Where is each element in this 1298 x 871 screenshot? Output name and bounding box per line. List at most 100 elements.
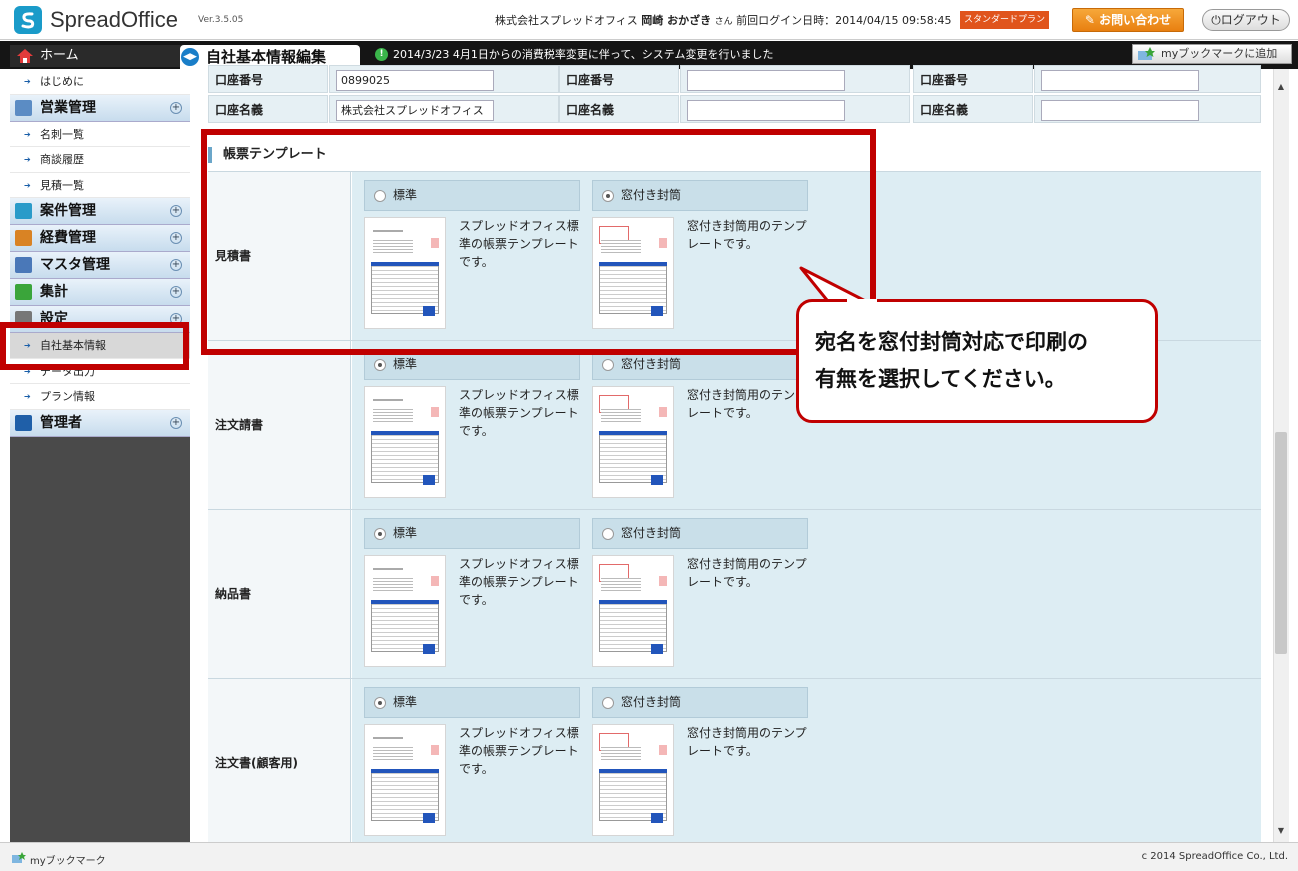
user-name: 岡崎 おかざき [641, 14, 712, 27]
app-logo-text: SpreadOffice [50, 7, 179, 32]
callout-line-1: 宛名を窓付封筒対応で印刷の [815, 330, 1088, 354]
account-field-input[interactable] [687, 70, 845, 91]
contact-button[interactable]: ✎ お問い合わせ [1072, 8, 1184, 32]
copyright: c 2014 SpreadOffice Co., Ltd. [1141, 851, 1288, 862]
template-row: 注文書(顧客用) 標準 スプレッドオフィス標準の帳票テンプレートです。 窓付き封筒 窓付… [208, 678, 1261, 848]
footer-bookmark-link[interactable]: myブックマーク [12, 852, 106, 867]
window-template-preview [592, 386, 674, 498]
sidebar-section-1[interactable]: 営業管理 + [10, 94, 190, 122]
option-description: 窓付き封筒用のテンプレートです。 [687, 557, 807, 589]
bookmark-add-label: myブックマークに追加 [1161, 47, 1278, 60]
plan-badge: スタンダードプラン [960, 11, 1050, 29]
expand-plus-icon[interactable]: + [170, 259, 182, 271]
standard-option[interactable]: 標準 [364, 687, 580, 718]
power-icon: ⏻ [1211, 13, 1221, 27]
template-options: 標準 スプレッドオフィス標準の帳票テンプレートです。 窓付き封筒 窓付き封筒用のテンプ… [352, 510, 1261, 679]
account-field-label: 口座名義 [913, 95, 1033, 123]
app-header: SpreadOffice Ver.3.5.05 株式会社スプレッドオフィス 岡崎… [0, 0, 1298, 40]
expand-plus-icon[interactable]: + [170, 205, 182, 217]
sidebar-section-label: マスタ管理 [40, 257, 110, 273]
home-label: ホーム [40, 48, 79, 63]
option-label: 標準 [393, 695, 418, 709]
sidebar-item-2[interactable]: 名刺一覧 [10, 121, 190, 147]
account-field-label: 口座番号 [559, 65, 679, 93]
sales-icon [15, 99, 32, 116]
template-row-label: 納品書 [208, 510, 351, 679]
expand-plus-icon[interactable]: + [170, 416, 182, 429]
project-icon [15, 203, 32, 219]
standard-template-preview [364, 386, 446, 498]
sidebar-section-13[interactable]: 管理者 + [10, 409, 190, 437]
window-radio[interactable] [602, 697, 614, 709]
standard-radio[interactable] [374, 528, 386, 540]
account-field-input[interactable] [1041, 100, 1199, 121]
callout-seam [847, 299, 877, 303]
sidebar-item-12[interactable]: プラン情報 [10, 384, 190, 410]
callout-line-2: 有無を選択してください。 [815, 367, 1066, 391]
standard-template-preview [364, 555, 446, 667]
sidebar-section-6[interactable]: 経費管理 + [10, 225, 190, 252]
summary-icon [15, 284, 32, 300]
option-description: 窓付き封筒用のテンプレートです。 [687, 388, 807, 420]
window-radio[interactable] [602, 359, 614, 371]
expand-plus-icon[interactable]: + [170, 101, 182, 114]
account-field-cell [1034, 95, 1261, 123]
account-field-cell [680, 95, 910, 123]
admin-icon [15, 414, 32, 431]
sidebar-item-label: 名刺一覧 [40, 127, 84, 141]
scroll-up-arrow-icon[interactable]: ▲ [1275, 82, 1287, 92]
sidebar-highlight-frame [0, 322, 189, 370]
expand-plus-icon[interactable]: + [170, 286, 182, 298]
sidebar-section-7[interactable]: マスタ管理 + [10, 252, 190, 279]
standard-radio[interactable] [374, 697, 386, 709]
account-field-input[interactable] [1041, 70, 1199, 91]
sidebar-item-label: 商談履歴 [40, 153, 84, 166]
window-radio[interactable] [602, 528, 614, 540]
standard-option[interactable]: 標準 [364, 518, 580, 549]
sidebar-item-3[interactable]: 商談履歴 [10, 147, 190, 173]
account-field-label: 口座番号 [913, 65, 1033, 93]
option-description: スプレッドオフィス標準の帳票テンプレートです。 [459, 388, 579, 438]
account-field-input[interactable] [687, 100, 845, 121]
add-bookmark-button[interactable]: myブックマークに追加 [1132, 44, 1292, 64]
sidebar-section-label: 管理者 [40, 414, 82, 431]
standard-radio[interactable] [374, 359, 386, 371]
expand-plus-icon[interactable]: + [170, 232, 182, 244]
footer: myブックマーク c 2014 SpreadOffice Co., Ltd. [0, 842, 1298, 871]
account-field-label: 口座名義 [208, 95, 328, 123]
logout-button[interactable]: ⏻ログアウト [1202, 9, 1290, 31]
home-icon [17, 49, 33, 63]
window-option[interactable]: 窓付き封筒 [592, 687, 808, 718]
sidebar-toggle-icon[interactable]: ◀▶ [181, 48, 199, 66]
app-version: Ver.3.5.05 [198, 15, 244, 25]
home-tab[interactable]: ホーム [10, 45, 190, 67]
scroll-down-arrow-icon[interactable]: ▼ [1275, 826, 1287, 836]
sidebar-section-label: 集計 [40, 284, 68, 300]
account-field-cell: 0899025 [329, 65, 559, 93]
sidebar-item-0[interactable]: はじめに [10, 69, 190, 95]
template-row: 納品書 標準 スプレッドオフィス標準の帳票テンプレートです。 窓付き封筒 窓付き封筒用の… [208, 509, 1261, 679]
sidebar-section-label: 案件管理 [40, 203, 96, 219]
window-option[interactable]: 窓付き封筒 [592, 518, 808, 549]
template-row-label: 注文請書 [208, 341, 351, 510]
spreadoffice-logo-icon [14, 6, 42, 34]
sidebar-section-5[interactable]: 案件管理 + [10, 198, 190, 225]
sidebar-item-4[interactable]: 見積一覧 [10, 172, 190, 198]
user-honorific: さん [714, 17, 733, 27]
account-field-cell [680, 65, 910, 93]
account-row: 口座番号 0899025 口座番号 口座番号 [208, 65, 1261, 93]
system-notice[interactable]: ! 2014/3/23 4月1日からの消費税率変更に伴って、システム変更を行いま… [375, 47, 773, 63]
sidebar-section-8[interactable]: 集計 + [10, 279, 190, 306]
footer-bookmark-label: myブックマーク [30, 856, 106, 867]
option-label: 標準 [393, 357, 418, 371]
account-field-input[interactable]: 0899025 [336, 70, 494, 91]
bookmark-icon [12, 852, 26, 863]
option-description: 窓付き封筒用のテンプレートです。 [687, 726, 807, 758]
last-login: 前回ログイン日時：2014/04/15 09:58:45 [736, 14, 952, 27]
account-field-label: 口座名義 [559, 95, 679, 123]
option-label: 窓付き封筒 [621, 695, 682, 709]
master-icon [15, 257, 32, 273]
template-row-label: 注文書(顧客用) [208, 679, 351, 848]
scrollbar-thumb[interactable] [1275, 432, 1287, 654]
account-field-input[interactable]: 株式会社スプレッドオフィス [336, 100, 494, 121]
